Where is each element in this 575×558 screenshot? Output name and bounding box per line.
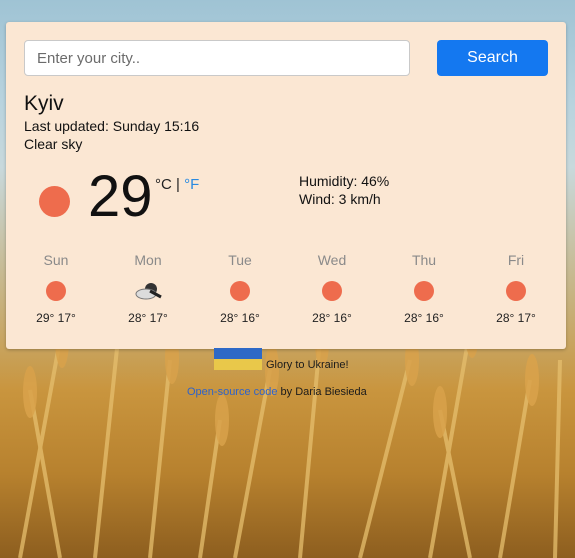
humidity: Humidity: 46% — [299, 173, 390, 189]
forecast-temps: 28° 16° — [404, 311, 444, 325]
open-source-code-link[interactable]: Open-source code — [187, 386, 278, 398]
forecast-temps: 28° 17° — [496, 311, 536, 325]
ukraine-flag-icon — [214, 348, 262, 370]
slogan: Glory to Ukraine! — [266, 359, 349, 371]
sun-icon — [322, 281, 342, 301]
city-name: Kyiv — [24, 92, 64, 115]
forecast-day-name: Wed — [317, 252, 347, 268]
forecast-temps: 28° 17° — [128, 311, 168, 325]
unit-separator: | — [176, 176, 180, 193]
celsius-unit[interactable]: °C — [155, 176, 172, 193]
forecast-temps: 28° 16° — [220, 311, 260, 325]
unit-switch: °C | °F — [155, 176, 199, 193]
sun-icon — [414, 281, 434, 301]
forecast: Sun 29° 17° Mon 28° 17° Tue 28° 16° Wed … — [6, 252, 566, 332]
author-credit: by Daria Biesieda — [277, 386, 367, 398]
forecast-day-name: Mon — [134, 252, 162, 268]
forecast-temps: 29° 17° — [36, 311, 76, 325]
sun-icon — [39, 186, 70, 217]
sun-icon — [506, 281, 526, 301]
current-temperature: 29 — [88, 164, 153, 229]
forecast-day: Fri 28° 17° — [476, 252, 556, 325]
forecast-day: Wed 28° 16° — [292, 252, 372, 325]
forecast-day-name: Thu — [411, 252, 437, 268]
forecast-day-name: Tue — [228, 252, 252, 268]
city-search-input[interactable] — [24, 40, 410, 76]
weather-card: Search Kyiv Last updated: Sunday 15:16 C… — [6, 22, 566, 349]
credits: Open-source code by Daria Biesieda — [187, 386, 367, 398]
sun-icon — [46, 281, 66, 301]
last-updated: Last updated: Sunday 15:16 — [24, 118, 200, 134]
footer: Glory to Ukraine! Open-source code by Da… — [0, 348, 575, 408]
weather-details: Humidity: 46% Wind: 3 km/h — [299, 172, 389, 208]
cloudy-icon — [135, 283, 162, 300]
forecast-day: Tue 28° 16° — [200, 252, 280, 325]
fahrenheit-link[interactable]: °F — [184, 176, 199, 193]
forecast-day: Thu 28° 16° — [384, 252, 464, 325]
forecast-temps: 28° 16° — [312, 311, 352, 325]
forecast-day-name: Sun — [43, 252, 69, 268]
weather-description: Clear sky — [24, 136, 83, 152]
sun-icon — [230, 281, 250, 301]
forecast-day-name: Fri — [507, 252, 525, 268]
forecast-day: Sun 29° 17° — [16, 252, 96, 325]
forecast-day: Mon 28° 17° — [108, 252, 188, 325]
wind: Wind: 3 km/h — [299, 191, 381, 207]
search-button[interactable]: Search — [437, 40, 548, 76]
